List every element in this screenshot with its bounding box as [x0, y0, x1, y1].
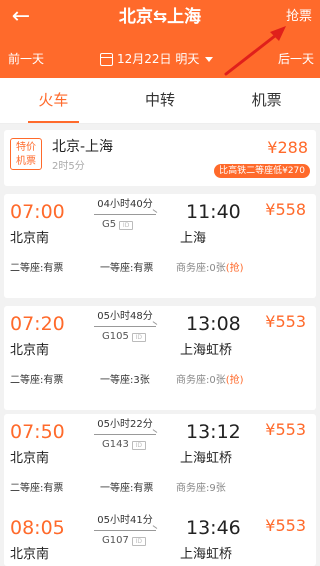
- mode-tabs: 火车 中转 机票: [0, 78, 320, 124]
- first-class-seat: 一等座:有票: [100, 263, 154, 274]
- id-card-icon: ID: [131, 332, 146, 342]
- arrival-time: 13:12: [186, 421, 241, 443]
- first-class-seat: 一等座:有票: [100, 483, 154, 494]
- train-number-text: G107: [102, 535, 129, 546]
- train-number: G105 ID: [102, 330, 146, 344]
- from-station: 北京南: [10, 547, 50, 562]
- arrival-time: 11:40: [186, 201, 241, 223]
- id-card-icon: ID: [131, 536, 146, 546]
- flight-duration: 2时5分: [52, 161, 85, 172]
- departure-time: 07:50: [10, 421, 65, 443]
- travel-duration: 05小时48分: [97, 311, 153, 322]
- prev-day-button[interactable]: 前一天: [8, 48, 44, 70]
- train-number: G143 ID: [102, 438, 146, 452]
- business-class-seat: 商务座:0张(抢): [176, 262, 244, 276]
- train-number-text: G143: [102, 439, 129, 450]
- travel-duration: 05小时22分: [97, 419, 153, 430]
- from-station: 北京南: [10, 451, 50, 466]
- ticket-price: ¥558: [265, 200, 306, 219]
- train-card[interactable]: 07:00 04小时40分 G5 ID 11:40 ¥558 北京南 上海 二等座…: [4, 194, 316, 298]
- business-seat-text: 商务座:0张: [176, 263, 226, 274]
- departure-time: 07:00: [10, 201, 65, 223]
- arrival-time: 13:46: [186, 517, 241, 539]
- tab-transfer[interactable]: 中转: [107, 78, 214, 123]
- ticket-price: ¥553: [265, 516, 306, 535]
- tab-train[interactable]: 火车: [0, 78, 107, 123]
- departure-time: 08:05: [10, 517, 65, 539]
- business-seat-text: 商务座:0张: [176, 375, 226, 386]
- date-picker[interactable]: 12月22日 明天: [100, 48, 214, 70]
- route-arrow-icon: [94, 326, 156, 327]
- to-station: 上海虹桥: [180, 451, 233, 466]
- flight-compare-badge: 比高铁二等座低¥270: [214, 164, 310, 178]
- second-class-seat: 二等座:有票: [10, 263, 64, 274]
- train-card[interactable]: 07:20 05小时48分 G105 ID 13:08 ¥553 北京南 上海虹桥…: [4, 306, 316, 410]
- to-station: 上海虹桥: [180, 343, 233, 358]
- date-label: 12月22日 明天: [117, 52, 200, 66]
- calendar-icon: [100, 52, 113, 66]
- train-number: G107 ID: [102, 534, 146, 548]
- back-arrow-icon[interactable]: ←: [6, 2, 36, 32]
- id-card-icon: ID: [119, 220, 134, 230]
- travel-duration: 04小时40分: [97, 199, 153, 210]
- flight-route: 北京-上海: [52, 139, 114, 155]
- route-arrow-icon: [94, 434, 156, 435]
- badge-line1: 特价: [16, 142, 36, 153]
- route-title: 北京⇆上海: [118, 7, 202, 27]
- train-card[interactable]: 07:50 05小时22分 G143 ID 13:12 ¥553 北京南 上海虹桥…: [4, 414, 316, 518]
- train-number: G5 ID: [102, 218, 134, 232]
- business-seat-text: 商务座:9张: [176, 483, 226, 494]
- id-card-icon: ID: [131, 440, 146, 450]
- train-card[interactable]: 08:05 05小时41分 G107 ID 13:46 ¥553 北京南 上海虹桥: [4, 510, 316, 566]
- second-class-seat: 二等座:有票: [10, 483, 64, 494]
- flight-promo-card[interactable]: 特价 机票 北京-上海 2时5分 ¥288 比高铁二等座低¥270: [4, 130, 316, 186]
- to-station: 上海: [180, 231, 207, 246]
- special-flight-badge: 特价 机票: [10, 138, 42, 170]
- second-class-seat: 二等座:有票: [10, 375, 64, 386]
- from-station: 北京南: [10, 343, 50, 358]
- flight-price: ¥288: [267, 138, 308, 157]
- departure-time: 07:20: [10, 313, 65, 335]
- grab-tag[interactable]: (抢): [226, 375, 244, 386]
- to-station: 上海虹桥: [180, 547, 233, 562]
- ticket-price: ¥553: [265, 312, 306, 331]
- route-arrow-icon: [94, 530, 156, 531]
- arrival-time: 13:08: [186, 313, 241, 335]
- grab-tag[interactable]: (抢): [226, 263, 244, 274]
- train-number-text: G105: [102, 331, 129, 342]
- first-class-seat: 一等座:3张: [100, 375, 150, 386]
- train-number-text: G5: [102, 219, 117, 230]
- badge-line2: 机票: [16, 156, 36, 167]
- tab-flight[interactable]: 机票: [213, 78, 320, 123]
- annotation-arrow-icon: [224, 26, 286, 76]
- travel-duration: 05小时41分: [97, 515, 153, 526]
- ticket-price: ¥553: [265, 420, 306, 439]
- from-station: 北京南: [10, 231, 50, 246]
- business-class-seat: 商务座:9张: [176, 482, 226, 496]
- caret-down-icon: [205, 56, 214, 62]
- route-arrow-icon: [94, 214, 156, 215]
- business-class-seat: 商务座:0张(抢): [176, 374, 244, 388]
